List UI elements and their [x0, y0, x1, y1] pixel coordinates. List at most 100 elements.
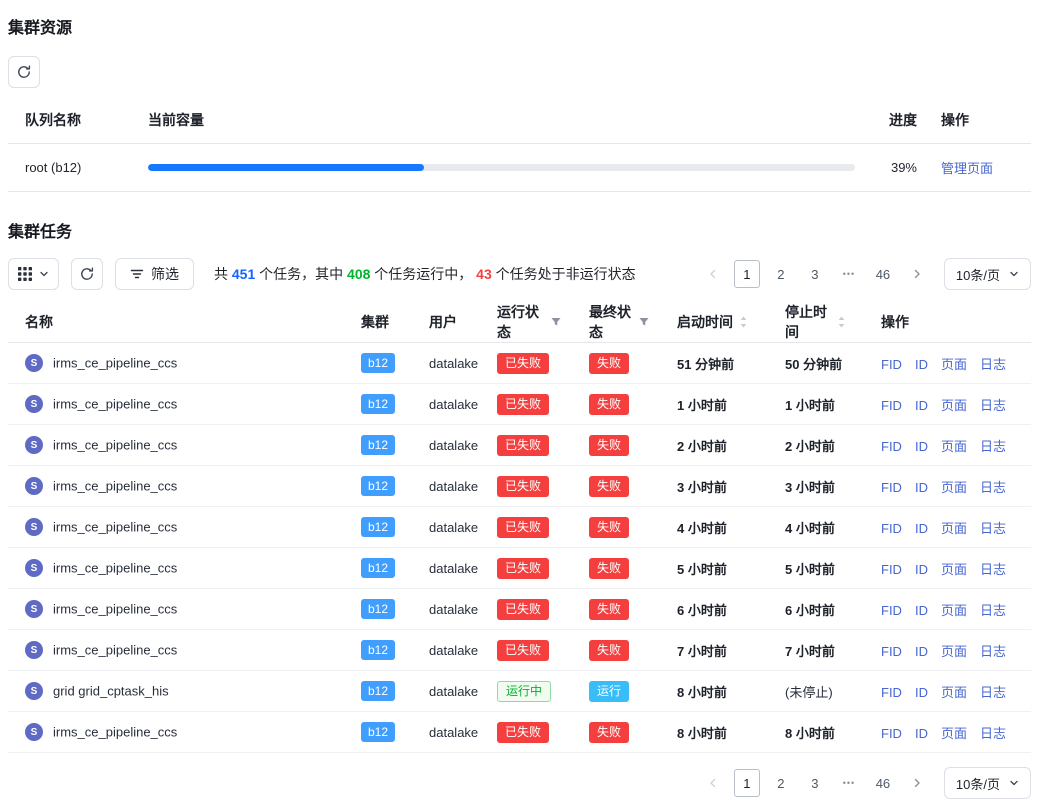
stop-time-col-label: 停止时间 — [785, 302, 831, 342]
tasks-refresh-button[interactable] — [71, 258, 103, 290]
run-status-badge: 运行中 — [497, 681, 551, 702]
id-link[interactable]: ID — [915, 521, 928, 536]
task-user: datalake — [429, 602, 478, 617]
page-link[interactable]: 页面 — [941, 726, 967, 741]
stop-time: 1 小时前 — [785, 398, 835, 413]
fid-link[interactable]: FID — [881, 439, 902, 454]
pagination-page-1[interactable]: 1 — [734, 260, 760, 288]
id-link[interactable]: ID — [915, 603, 928, 618]
task-name: irms_ce_pipeline_ccs — [53, 438, 177, 453]
resources-refresh-button[interactable] — [8, 56, 40, 88]
pagination-next-button[interactable] — [904, 260, 930, 288]
start-time: 2 小时前 — [677, 439, 727, 454]
start-time: 8 小时前 — [677, 726, 727, 741]
stop-time-col-header: 停止时间 — [768, 302, 856, 343]
page-link[interactable]: 页面 — [941, 562, 967, 577]
page-link[interactable]: 页面 — [941, 603, 967, 618]
fid-link[interactable]: FID — [881, 398, 902, 413]
actions-col-header: 操作 — [856, 302, 1031, 343]
page-link[interactable]: 页面 — [941, 439, 967, 454]
sort-icon[interactable] — [837, 315, 846, 329]
cluster-badge: b12 — [361, 640, 395, 660]
layout-dropdown-button[interactable] — [8, 258, 59, 290]
page-size-select[interactable]: 10条/页 — [944, 258, 1031, 290]
log-link[interactable]: 日志 — [980, 480, 1006, 495]
log-link[interactable]: 日志 — [980, 398, 1006, 413]
fid-link[interactable]: FID — [881, 685, 902, 700]
pagination-prev-button[interactable] — [700, 260, 726, 288]
filter-funnel-icon[interactable] — [550, 316, 562, 328]
log-link[interactable]: 日志 — [980, 439, 1006, 454]
page-link[interactable]: 页面 — [941, 521, 967, 536]
sort-icon[interactable] — [739, 315, 748, 329]
pagination-page-46[interactable]: 46 — [870, 769, 896, 797]
run-status-badge: 已失败 — [497, 517, 549, 538]
stop-time: 5 小时前 — [785, 562, 835, 577]
log-link[interactable]: 日志 — [980, 644, 1006, 659]
task-row: Sirms_ce_pipeline_ccs b12 datalake 已失败 失… — [8, 466, 1031, 507]
page-link[interactable]: 页面 — [941, 398, 967, 413]
id-link[interactable]: ID — [915, 398, 928, 413]
fid-link[interactable]: FID — [881, 603, 902, 618]
task-user: datalake — [429, 397, 478, 412]
page-link[interactable]: 页面 — [941, 644, 967, 659]
task-name: irms_ce_pipeline_ccs — [53, 479, 177, 494]
manage-page-link[interactable]: 管理页面 — [941, 161, 993, 176]
fid-link[interactable]: FID — [881, 357, 902, 372]
pagination-page-3[interactable]: 3 — [802, 260, 828, 288]
filter-funnel-icon[interactable] — [638, 316, 650, 328]
task-user: datalake — [429, 725, 478, 740]
log-link[interactable]: 日志 — [980, 562, 1006, 577]
run-status-badge: 已失败 — [497, 722, 549, 743]
log-link[interactable]: 日志 — [980, 521, 1006, 536]
task-row: Sgrid grid_cptask_his b12 datalake 运行中 运… — [8, 671, 1031, 712]
spark-avatar-icon: S — [25, 518, 43, 536]
task-user: datalake — [429, 520, 478, 535]
log-link[interactable]: 日志 — [980, 357, 1006, 372]
pagination-page-2[interactable]: 2 — [768, 769, 794, 797]
id-link[interactable]: ID — [915, 357, 928, 372]
log-link[interactable]: 日志 — [980, 685, 1006, 700]
spark-avatar-icon: S — [25, 395, 43, 413]
cluster-badge: b12 — [361, 599, 395, 619]
fid-link[interactable]: FID — [881, 480, 902, 495]
page-link[interactable]: 页面 — [941, 480, 967, 495]
page-size-label: 10条/页 — [956, 265, 1000, 284]
final-status-col-label: 最终状态 — [589, 302, 632, 342]
grid-icon — [18, 267, 32, 281]
pagination-page-2[interactable]: 2 — [768, 260, 794, 288]
fid-link[interactable]: FID — [881, 644, 902, 659]
pagination-top: 123 ••• 46 10条/页 — [700, 258, 1031, 290]
page-link[interactable]: 页面 — [941, 685, 967, 700]
id-link[interactable]: ID — [915, 685, 928, 700]
id-link[interactable]: ID — [915, 480, 928, 495]
fid-link[interactable]: FID — [881, 726, 902, 741]
page-size-select[interactable]: 10条/页 — [944, 767, 1031, 799]
fid-link[interactable]: FID — [881, 562, 902, 577]
final-status-badge: 失败 — [589, 558, 629, 579]
id-link[interactable]: ID — [915, 726, 928, 741]
pagination-page-46[interactable]: 46 — [870, 260, 896, 288]
summary-text: 个任务处于非运行状态 — [492, 266, 636, 282]
pagination-ellipsis[interactable]: ••• — [836, 260, 862, 288]
log-link[interactable]: 日志 — [980, 603, 1006, 618]
pagination-page-1[interactable]: 1 — [734, 769, 760, 797]
task-row: Sirms_ce_pipeline_ccs b12 datalake 已失败 失… — [8, 712, 1031, 753]
pagination-prev-button[interactable] — [700, 769, 726, 797]
id-link[interactable]: ID — [915, 562, 928, 577]
id-link[interactable]: ID — [915, 439, 928, 454]
pagination-page-3[interactable]: 3 — [802, 769, 828, 797]
task-count-blue: 451 — [232, 266, 255, 282]
filter-lines-icon — [130, 267, 144, 281]
pagination-ellipsis[interactable]: ••• — [836, 769, 862, 797]
chevron-down-icon — [1009, 269, 1019, 279]
task-user: datalake — [429, 643, 478, 658]
filter-button[interactable]: 筛选 — [115, 258, 194, 290]
pagination-next-button[interactable] — [904, 769, 930, 797]
id-link[interactable]: ID — [915, 644, 928, 659]
page-link[interactable]: 页面 — [941, 357, 967, 372]
log-link[interactable]: 日志 — [980, 726, 1006, 741]
fid-link[interactable]: FID — [881, 521, 902, 536]
task-row: Sirms_ce_pipeline_ccs b12 datalake 已失败 失… — [8, 425, 1031, 466]
final-status-badge: 失败 — [589, 353, 629, 374]
